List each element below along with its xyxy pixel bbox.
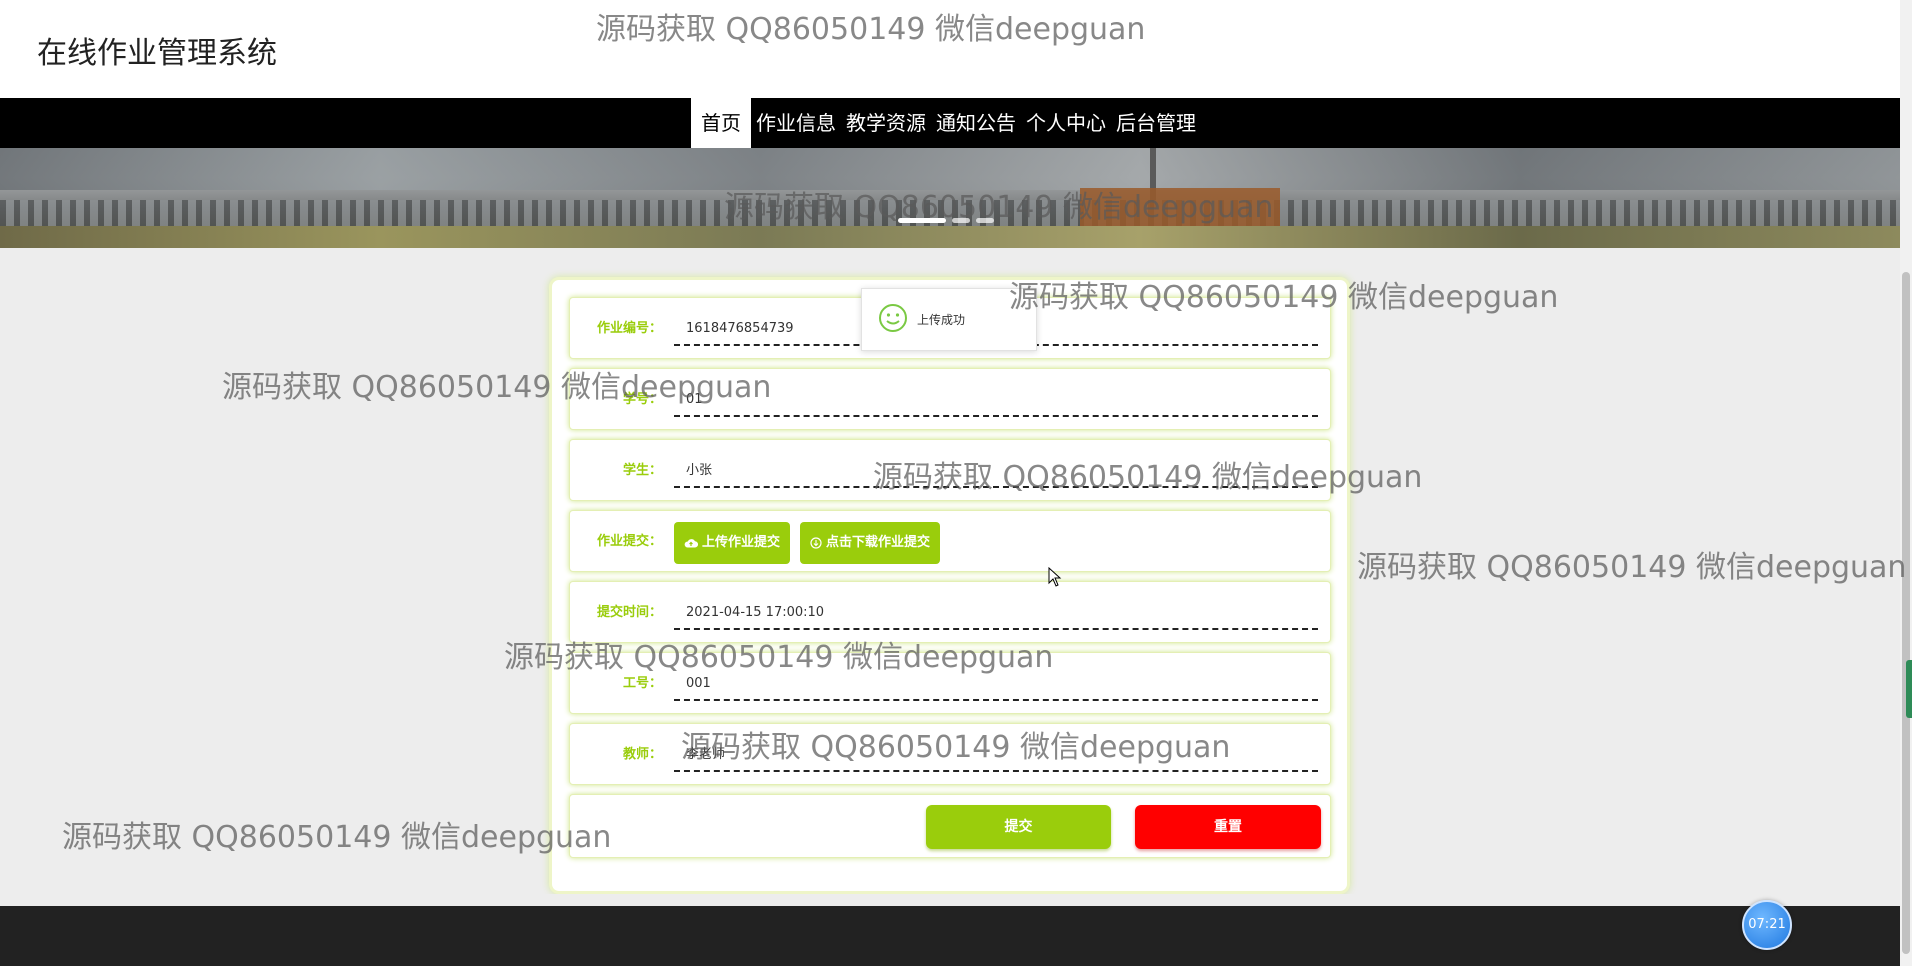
form-actions: 提交 重置 [569, 794, 1331, 858]
teacher-id-field[interactable]: 001 [674, 667, 1318, 701]
toast-message: 上传成功 [917, 313, 966, 327]
top-header: 在线作业管理系统 [0, 0, 1900, 98]
mouse-cursor-icon [1048, 566, 1062, 591]
carousel-dot[interactable] [952, 218, 970, 223]
form-row-submit-time: 提交时间： 2021-04-15 17:00:10 [569, 581, 1331, 643]
carousel-dot[interactable] [976, 218, 994, 223]
download-submission-button[interactable]: 点击下载作业提交 [800, 522, 941, 564]
site-title: 在线作业管理系统 [37, 36, 277, 71]
download-submission-label: 点击下载作业提交 [826, 535, 931, 550]
field-label: 作业编号： [596, 321, 662, 336]
form-row-submission: 作业提交： 上传作业提交 点击下载作业提交 [569, 510, 1331, 572]
field-label: 教师： [622, 747, 662, 762]
form-row-teacher: 教师： 李老师 [569, 723, 1331, 785]
field-label: 学生： [622, 463, 662, 478]
download-icon [810, 537, 822, 549]
page-footer [0, 906, 1900, 966]
field-label: 提交时间： [596, 605, 662, 620]
upload-submission-label: 上传作业提交 [702, 535, 781, 550]
nav-item-profile[interactable]: 个人中心 [1021, 98, 1111, 148]
clock-widget[interactable]: 07:21 [1742, 900, 1792, 950]
smile-icon [878, 303, 908, 337]
side-tab[interactable] [1906, 660, 1912, 718]
submission-buttons: 上传作业提交 点击下载作业提交 [674, 522, 941, 564]
carousel-indicators [898, 218, 994, 223]
submit-button[interactable]: 提交 [926, 805, 1111, 849]
upload-submission-button[interactable]: 上传作业提交 [674, 522, 791, 564]
submit-time-field[interactable]: 2021-04-15 17:00:10 [674, 596, 1318, 630]
nav-item-homework[interactable]: 作业信息 [751, 98, 841, 148]
nav-list: 首页 作业信息 教学资源 通知公告 个人中心 后台管理 [691, 98, 1201, 148]
student-name-field[interactable]: 小张 [674, 454, 1318, 488]
student-no-field[interactable]: 01 [674, 383, 1318, 417]
nav-item-notices[interactable]: 通知公告 [931, 98, 1021, 148]
watermark: 源码获取 QQ86050149 微信deepguan [1357, 550, 1907, 585]
nav-item-admin[interactable]: 后台管理 [1111, 98, 1201, 148]
teacher-name-field[interactable]: 李老师 [674, 738, 1318, 772]
form-row-teacher-id: 工号： 001 [569, 652, 1331, 714]
watermark: 源码获取 QQ86050149 微信deepguan [62, 820, 612, 855]
reset-button[interactable]: 重置 [1135, 805, 1321, 849]
carousel-dot[interactable] [898, 218, 946, 223]
field-label: 学号： [622, 392, 662, 407]
banner-carousel [0, 148, 1900, 248]
field-label: 作业提交： [596, 534, 662, 549]
scrollbar-thumb[interactable] [1902, 272, 1910, 954]
field-label: 工号： [622, 676, 662, 691]
upload-success-toast: 上传成功 [861, 288, 1037, 351]
nav-item-home[interactable]: 首页 [691, 98, 751, 148]
nav-item-resources[interactable]: 教学资源 [841, 98, 931, 148]
page-scrollbar[interactable] [1900, 0, 1912, 966]
cloud-upload-icon [684, 537, 698, 549]
main-nav: 首页 作业信息 教学资源 通知公告 个人中心 后台管理 [0, 98, 1900, 148]
homework-form: 作业编号： 1618476854739 学号： 01 学生： 小张 作业提交： … [549, 277, 1350, 894]
form-row-student: 学生： 小张 [569, 439, 1331, 501]
form-row-student-no: 学号： 01 [569, 368, 1331, 430]
